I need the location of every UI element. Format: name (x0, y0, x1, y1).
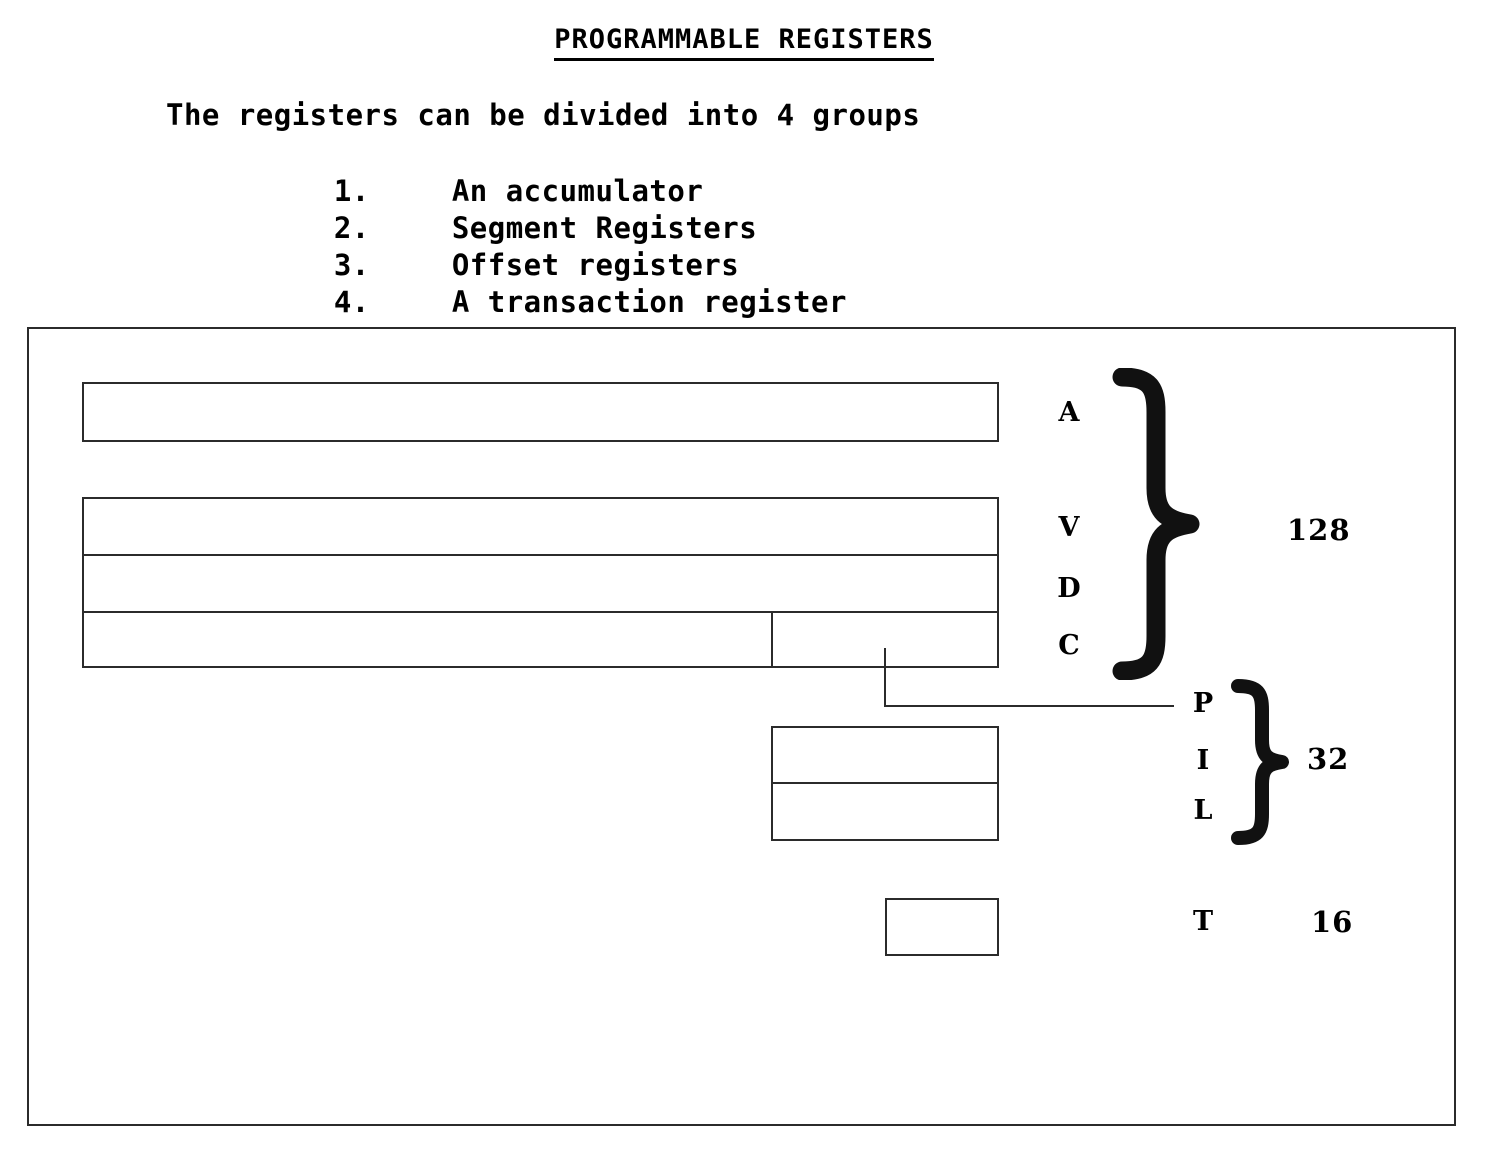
register-label-a: A (1058, 397, 1080, 428)
register-group-list: 1. An accumulator 2. Segment Registers 3. O… (262, 136, 847, 319)
size-label-32: 32 (1307, 742, 1350, 776)
register-label-p: P (1192, 688, 1214, 719)
connector-line-horizontal (884, 705, 1174, 707)
register-cell-d (84, 556, 997, 613)
connector-line-vertical (884, 648, 886, 707)
curly-brace-icon-small (1226, 678, 1296, 850)
size-label-128: 128 (1287, 513, 1351, 547)
curly-brace-icon-large (1104, 367, 1214, 684)
page-title-text: PROGRAMMABLE REGISTERS (554, 24, 934, 61)
size-label-16: 16 (1311, 905, 1354, 939)
register-label-t: T (1192, 906, 1214, 937)
list-item-label: Segment Registers (451, 211, 758, 245)
register-cell-c (84, 613, 997, 666)
register-cell-c-divider (771, 613, 773, 666)
list-item-label: An accumulator (451, 174, 704, 208)
list-item-number: 4. (333, 285, 370, 319)
list-item-label: A transaction register (451, 285, 847, 319)
list-item-number: 3. (333, 248, 370, 282)
register-cell-l (773, 784, 997, 839)
register-box-accumulator (82, 382, 999, 442)
intro-text: The registers can be divided into 4 grou… (166, 98, 921, 132)
list-item-label: Offset registers (451, 248, 740, 282)
register-label-c: C (1058, 630, 1080, 661)
register-label-l: L (1193, 795, 1213, 826)
register-label-d: D (1057, 573, 1081, 604)
list-item-number: 2. (333, 211, 370, 245)
register-label-i: I (1196, 745, 1210, 776)
page-title: PROGRAMMABLE REGISTERS (0, 24, 1488, 61)
list-item-number: 1. (333, 174, 370, 208)
register-box-offsets (771, 726, 999, 841)
register-cell-v (84, 499, 997, 556)
register-cell-i (773, 728, 997, 784)
register-box-transaction (885, 898, 999, 956)
register-box-segments (82, 497, 999, 668)
list-item: 1. An accumulator (262, 136, 847, 208)
register-label-v: V (1058, 512, 1080, 543)
